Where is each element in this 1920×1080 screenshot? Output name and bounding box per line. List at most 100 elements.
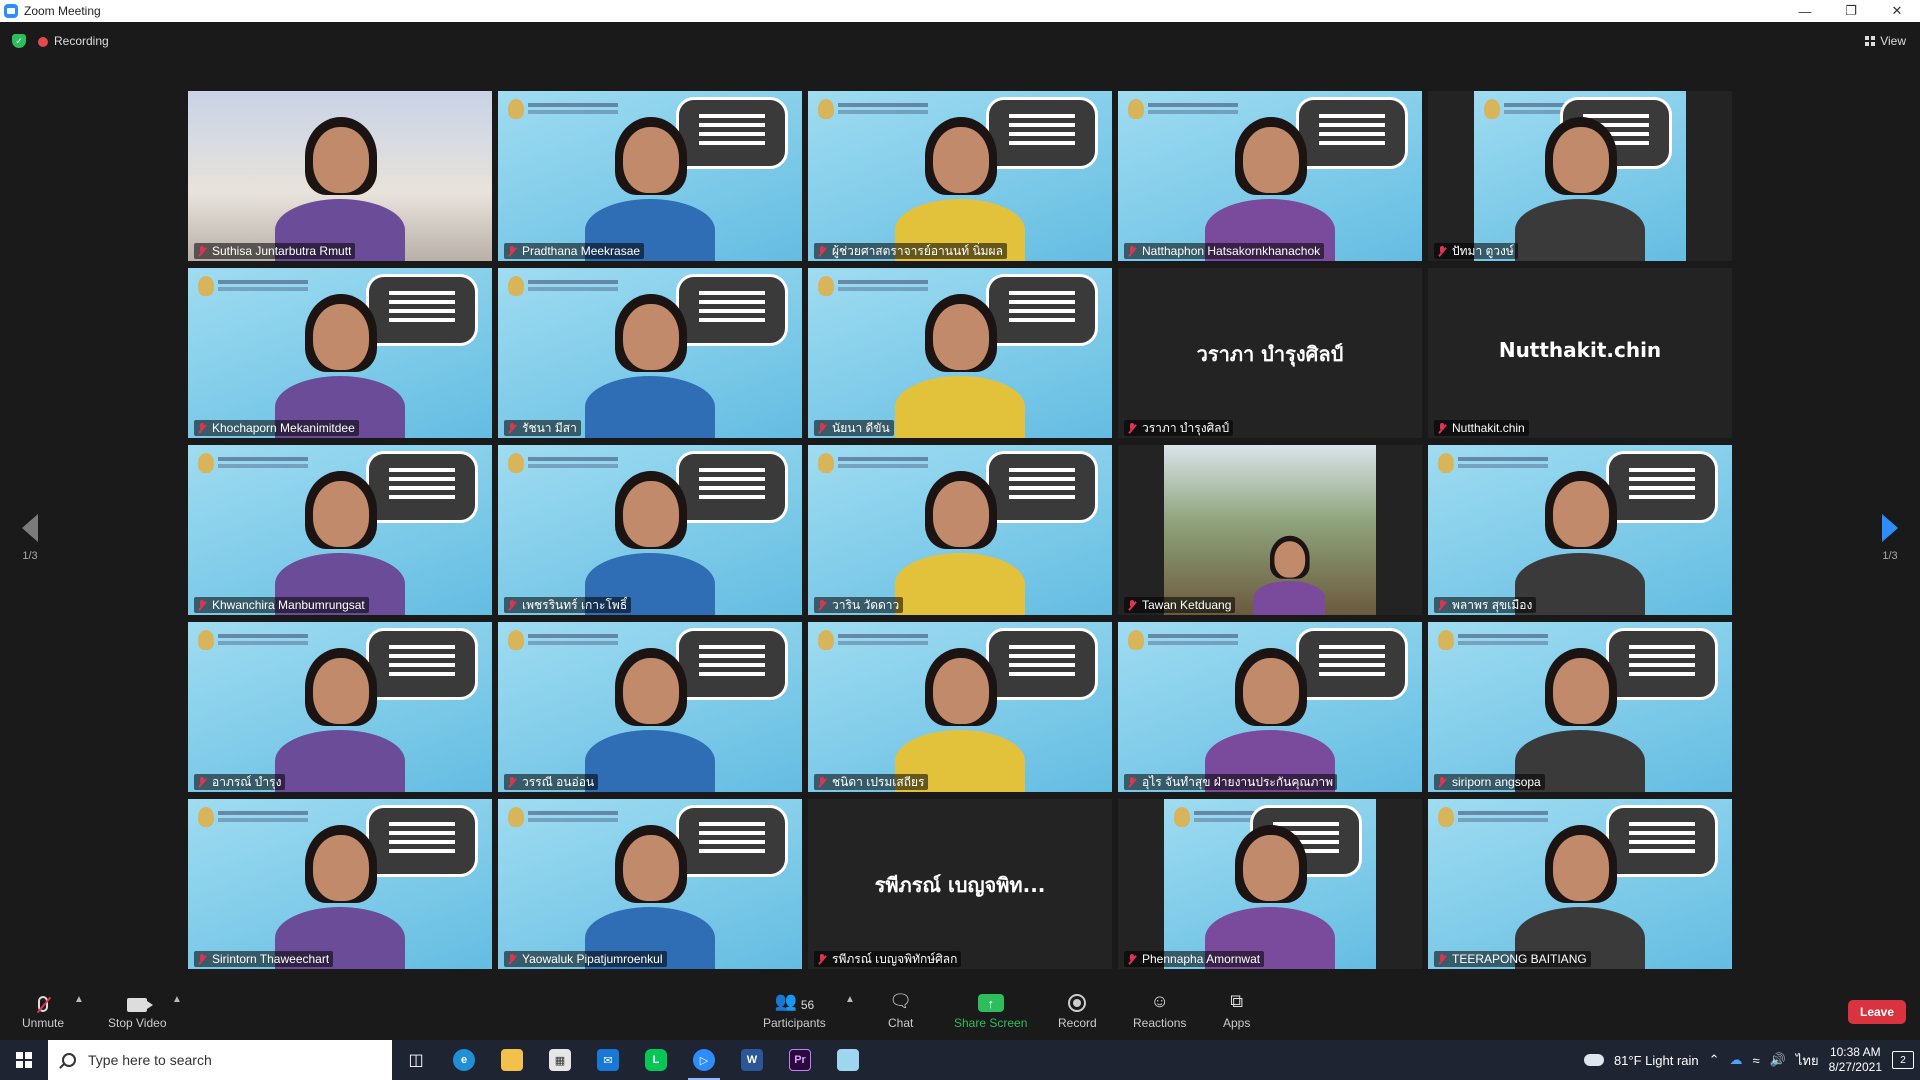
participant-name: Khwanchira Manbumrungsat (212, 598, 365, 612)
unmute-button[interactable]: Unmute (22, 988, 64, 1030)
meeting-toolbar: Unmute ▲ Stop Video ▲ 👥 56 Participants ▲… (0, 982, 1920, 1040)
participant-tile[interactable]: Khwanchira Manbumrungsat (188, 445, 492, 615)
muted-mic-icon (506, 422, 518, 434)
taskbar-notes[interactable] (824, 1040, 872, 1080)
muted-microphone-icon (38, 996, 49, 1012)
weather-text[interactable]: 81°F Light rain (1614, 1053, 1699, 1068)
participant-tile[interactable]: วราภา บำรุงศิลป์ วราภา บำรุงศิลป์ (1118, 268, 1422, 438)
participant-tile[interactable]: Nutthakit.chin Nutthakit.chin (1428, 268, 1732, 438)
record-button[interactable]: Record (1058, 988, 1097, 1030)
participant-tile[interactable]: ปัทมา ตูวงษ์ (1428, 91, 1732, 261)
minimize-button[interactable]: — (1782, 0, 1828, 22)
participant-tile[interactable]: Sirintorn Thaweechart (188, 799, 492, 969)
apps-label: Apps (1223, 1016, 1251, 1030)
participant-tile[interactable]: วาริน วัดดาว (808, 445, 1112, 615)
taskbar-edge[interactable]: e (440, 1040, 488, 1080)
participant-tile[interactable]: อุไร จันทำสุข ฝ่ายงานประกันคุณภาพ (1118, 622, 1422, 792)
stop-video-button[interactable]: Stop Video (108, 988, 167, 1030)
participant-tile[interactable]: Pradthana Meekrasae (498, 91, 802, 261)
participant-name: siriporn angsopa (1452, 775, 1541, 789)
university-crest-icon (508, 453, 524, 473)
participant-tile[interactable]: ผู้ช่วยศาสตราจารย์อานนท์ นิ่มผล (808, 91, 1112, 261)
university-crest-icon (1438, 453, 1454, 473)
share-screen-button[interactable]: ↑ Share Screen (954, 988, 1027, 1030)
university-crest-icon (508, 630, 524, 650)
search-icon (62, 1053, 76, 1067)
taskbar-file-explorer[interactable] (488, 1040, 536, 1080)
participants-options-caret[interactable]: ▲ (845, 994, 855, 1005)
reactions-button[interactable]: ☺ Reactions (1133, 988, 1186, 1030)
participants-button[interactable]: 👥 56 Participants (763, 988, 826, 1030)
onedrive-cloud-icon[interactable]: ☁ (1730, 1052, 1743, 1068)
participant-tile[interactable]: เพชรรินทร์ เกาะโพธิ์ (498, 445, 802, 615)
meeting-area: ✓ Recording View 1/3 1/3 Suthisa Juntarb… (0, 22, 1920, 982)
previous-page-button[interactable]: 1/3 (10, 514, 50, 562)
participant-tile[interactable]: พลาพร สุขเมือง (1428, 445, 1732, 615)
participant-tile[interactable]: siriporn angsopa (1428, 622, 1732, 792)
search-placeholder: Type here to search (88, 1052, 212, 1068)
view-label: View (1880, 34, 1906, 48)
wifi-icon[interactable]: ≈ (1753, 1053, 1760, 1068)
participant-name-label: Suthisa Juntarbutra Rmutt (194, 243, 356, 259)
restore-button[interactable]: ❐ (1828, 0, 1874, 22)
close-button[interactable]: ✕ (1874, 0, 1920, 22)
taskbar-mail[interactable]: ✉ (584, 1040, 632, 1080)
participant-name: ผู้ช่วยศาสตราจารย์อานนท์ นิ่มผล (832, 243, 1003, 258)
volume-icon[interactable]: 🔊 (1770, 1052, 1786, 1068)
participant-silhouette (275, 288, 405, 438)
leave-button[interactable]: Leave (1848, 1000, 1906, 1024)
view-button[interactable]: View (1865, 34, 1906, 48)
taskbar-store[interactable]: ▦ (536, 1040, 584, 1080)
participants-count: 56 (800, 998, 815, 1012)
participant-tile[interactable]: Khochaporn Mekanimitdee (188, 268, 492, 438)
next-page-button[interactable]: 1/3 (1870, 514, 1910, 562)
participant-tile[interactable]: อาภรณ์ บำรุง (188, 622, 492, 792)
taskbar-search-box[interactable]: Type here to search (48, 1040, 392, 1080)
chat-button[interactable]: 🗨 Chat (888, 988, 913, 1030)
encryption-shield-icon[interactable]: ✓ (12, 34, 26, 48)
participant-name-label: Yaowaluk Pipatjumroenkul (504, 951, 667, 967)
participant-video (1428, 622, 1732, 792)
start-button[interactable] (0, 1040, 48, 1080)
mail-icon: ✉ (597, 1049, 619, 1071)
participant-tile[interactable]: รพีภรณ์ เบญจพิท... รพีภรณ์ เบญจพิทักษ์ศิล… (808, 799, 1112, 969)
participant-tile[interactable]: นัยนา ดีขัน (808, 268, 1112, 438)
taskbar-word[interactable]: W (728, 1040, 776, 1080)
participant-name: Sirintorn Thaweechart (212, 952, 330, 966)
background-header-graphic (838, 103, 928, 107)
participant-tile[interactable]: Phennapha Amornwat (1118, 799, 1422, 969)
recording-indicator[interactable]: Recording (38, 34, 109, 48)
video-options-caret[interactable]: ▲ (172, 994, 182, 1005)
notifications-icon[interactable]: 2 (1892, 1051, 1914, 1069)
participant-tile[interactable]: TEERAPONG BAITIANG (1428, 799, 1732, 969)
participant-tile[interactable]: Tawan Ketduang (1118, 445, 1422, 615)
muted-mic-icon (196, 953, 208, 965)
university-crest-icon (508, 99, 524, 119)
participant-tile[interactable]: Yaowaluk Pipatjumroenkul (498, 799, 802, 969)
tray-chevron-icon[interactable]: ⌃ (1709, 1052, 1720, 1068)
participant-name-label: Nutthakit.chin (1434, 420, 1529, 436)
muted-mic-icon (1436, 953, 1448, 965)
participant-tile[interactable]: Suthisa Juntarbutra Rmutt (188, 91, 492, 261)
participant-tile[interactable]: ชนิดา เปรมเสถียร (808, 622, 1112, 792)
participant-name-label: นัยนา ดีขัน (814, 420, 894, 436)
participant-display-name: รพีภรณ์ เบญจพิท... (874, 873, 1046, 897)
taskbar-zoom[interactable]: ▷ (680, 1040, 728, 1080)
task-view-button[interactable]: ◫ (392, 1040, 440, 1080)
apps-button[interactable]: ⧉ Apps (1223, 988, 1250, 1030)
participant-video (1474, 91, 1686, 261)
participant-tile[interactable]: วรรณี อนอ่อน (498, 622, 802, 792)
taskbar-clock[interactable]: 10:38 AM 8/27/2021 (1829, 1045, 1882, 1075)
muted-mic-icon (1436, 422, 1448, 434)
participant-name-label: รัชนา มีสา (504, 420, 581, 436)
input-language[interactable]: ไทย (1796, 1050, 1819, 1071)
taskbar-premiere[interactable]: Pr (776, 1040, 824, 1080)
audio-options-caret[interactable]: ▲ (74, 994, 84, 1005)
participant-video (808, 622, 1112, 792)
background-header-graphic (838, 457, 928, 461)
weather-cloud-icon[interactable] (1583, 1054, 1604, 1066)
participant-tile[interactable]: Natthaphon Hatsakornkhanachok (1118, 91, 1422, 261)
taskbar-line[interactable]: L (632, 1040, 680, 1080)
participant-tile[interactable]: รัชนา มีสา (498, 268, 802, 438)
participant-video (808, 445, 1112, 615)
